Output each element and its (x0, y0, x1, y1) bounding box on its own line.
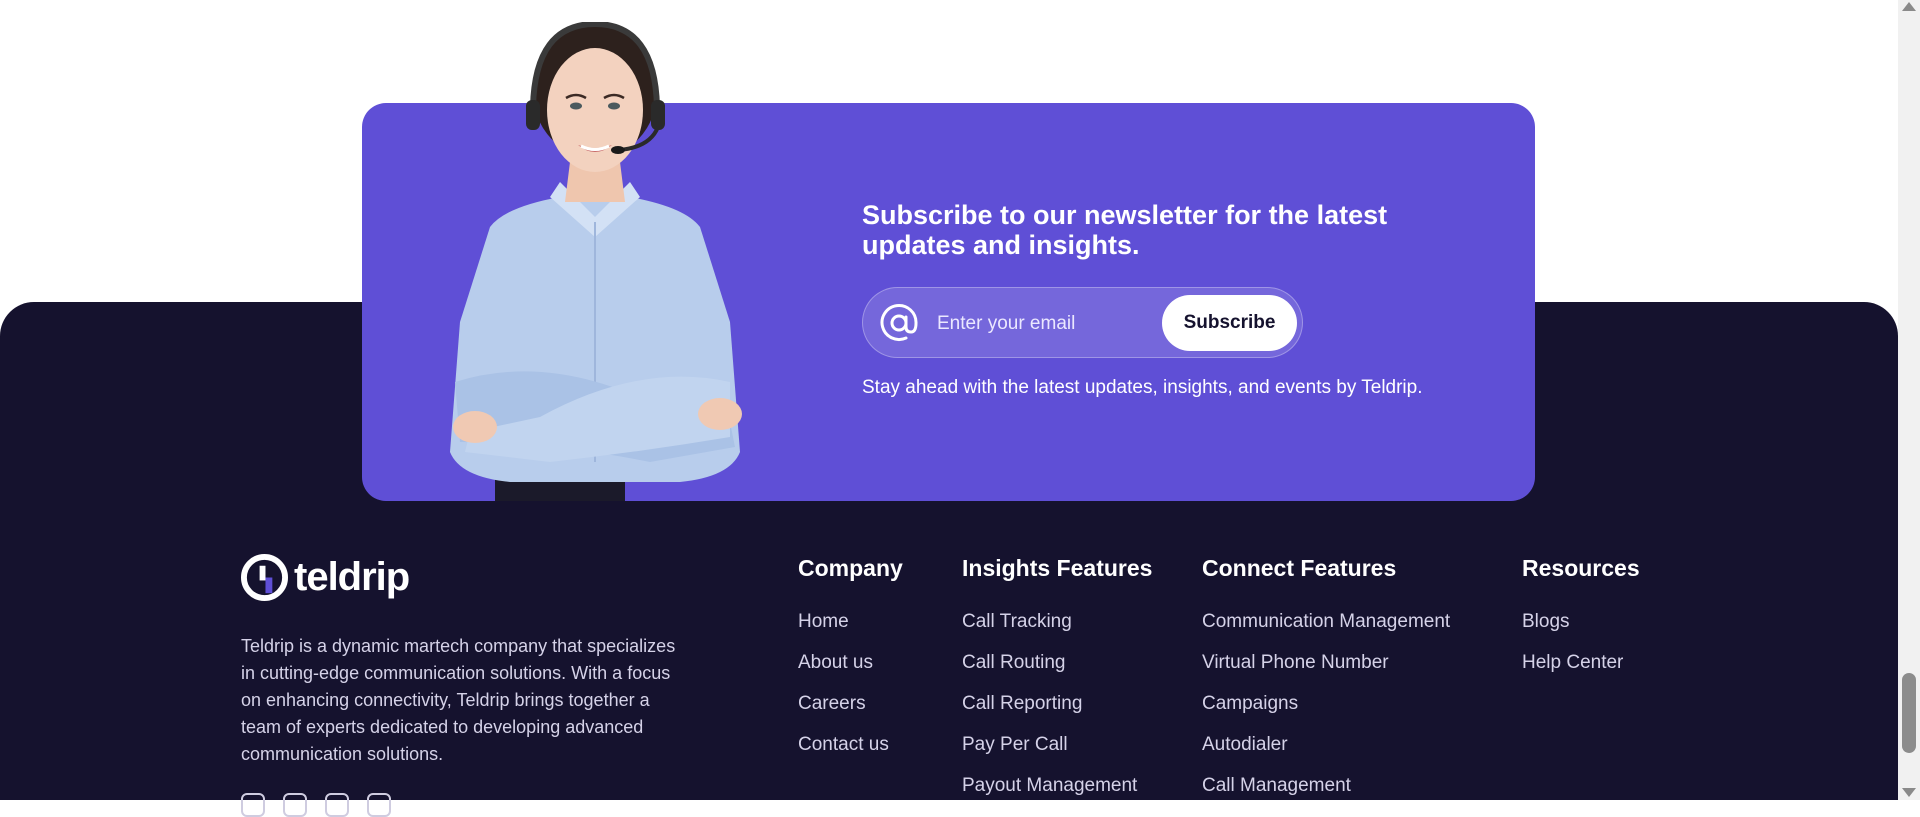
footer-link-payout-management[interactable]: Payout Management (962, 775, 1152, 816)
connect-heading: Connect Features (1202, 555, 1397, 581)
footer-link-about[interactable]: About us (798, 652, 903, 693)
footer-link-call-routing[interactable]: Call Routing (962, 652, 1152, 693)
social-links (241, 793, 391, 817)
footer-link-contact[interactable]: Contact us (798, 734, 903, 775)
company-description: Teldrip is a dynamic martech company tha… (241, 636, 676, 764)
brand-name: teldrip (294, 554, 410, 599)
footer-link-autodialer[interactable]: Autodialer (1202, 734, 1450, 775)
page-scrollbar[interactable] (1898, 0, 1920, 800)
scroll-up-icon[interactable] (1902, 2, 1916, 11)
footer-col-company: Company Home About us Careers Contact us (798, 553, 903, 775)
footer-link-call-tracking[interactable]: Call Tracking (962, 611, 1152, 652)
at-icon (880, 304, 918, 341)
newsletter-form: Subscribe (862, 287, 1303, 358)
social-icon[interactable] (367, 793, 391, 817)
email-input[interactable] (935, 306, 1159, 342)
footer-link-campaigns[interactable]: Campaigns (1202, 693, 1450, 734)
footer-link-careers[interactable]: Careers (798, 693, 903, 734)
scroll-down-icon[interactable] (1902, 788, 1916, 797)
social-icon[interactable] (241, 793, 265, 817)
scrollbar-thumb[interactable] (1902, 673, 1916, 753)
support-agent-illustration (450, 22, 742, 501)
footer-link-pay-per-call[interactable]: Pay Per Call (962, 734, 1152, 775)
footer-col-connect: Connect Features Communication Managemen… (1202, 553, 1450, 816)
subscribe-button[interactable]: Subscribe (1162, 295, 1297, 351)
footer-link-call-management[interactable]: Call Management (1202, 775, 1450, 816)
company-heading: Company (798, 555, 903, 581)
teldrip-logo[interactable]: teldrip (241, 553, 410, 601)
resources-heading: Resources (1522, 555, 1640, 581)
social-icon[interactable] (283, 793, 307, 817)
footer-link-blogs[interactable]: Blogs (1522, 611, 1640, 652)
newsletter-note: Stay ahead with the latest updates, insi… (862, 377, 1423, 398)
footer-col-insights: Insights Features Call Tracking Call Rou… (962, 553, 1152, 816)
teldrip-logo-icon (241, 553, 288, 601)
footer-link-call-reporting[interactable]: Call Reporting (962, 693, 1152, 734)
footer-link-virtual-phone-number[interactable]: Virtual Phone Number (1202, 652, 1450, 693)
newsletter-title: Subscribe to our newsletter for the late… (862, 200, 1388, 260)
footer-link-home[interactable]: Home (798, 611, 903, 652)
footer-col-resources: Resources Blogs Help Center (1522, 553, 1640, 693)
footer-link-communication-management[interactable]: Communication Management (1202, 611, 1450, 652)
social-icon[interactable] (325, 793, 349, 817)
footer-link-help-center[interactable]: Help Center (1522, 652, 1640, 693)
insights-heading: Insights Features (962, 555, 1153, 581)
